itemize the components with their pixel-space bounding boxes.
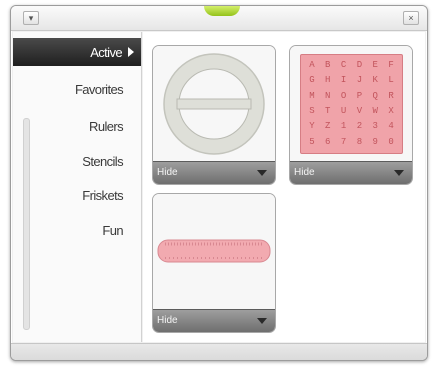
alphabet-grid: ABCDEF GHIJKL MNOPQR STUVWX YZ1234 567890: [300, 54, 403, 154]
stencil-thumbnail-alphabet[interactable]: ABCDEF GHIJKL MNOPQR STUVWX YZ1234 567890 Hid…: [289, 45, 413, 185]
stencil-letter: N: [325, 90, 331, 101]
stencil-letter: M: [309, 90, 315, 101]
stencil-letter: 4: [388, 121, 394, 132]
stencil-letter: L: [388, 75, 394, 86]
stencil-letter: 7: [340, 136, 347, 147]
chevron-right-icon: [128, 47, 134, 57]
stencil-letter: J: [356, 75, 363, 86]
sidebar-item-friskets[interactable]: Friskets: [82, 188, 123, 203]
stencil-letter: X: [388, 105, 394, 116]
stencil-thumbnail-ellipse[interactable]: Hide: [152, 45, 276, 185]
sidebar-scroll-rail[interactable]: [23, 118, 30, 330]
stencil-letter: H: [325, 75, 331, 86]
stencil-letter: E: [372, 60, 378, 70]
stencil-letter: 9: [372, 136, 378, 147]
sidebar-item-fun[interactable]: Fun: [102, 223, 123, 238]
stencil-letter: Y: [309, 121, 315, 132]
chevron-down-icon: [394, 170, 404, 176]
panel-menu-button[interactable]: ▾: [23, 11, 39, 25]
stencil-letter: O: [340, 90, 347, 101]
stencil-letter: T: [325, 105, 331, 116]
stencil-letter: 3: [372, 121, 378, 132]
visibility-label: Hide: [157, 167, 178, 178]
stencil-letter: 5: [309, 136, 315, 147]
alphabet-stencil-image: ABCDEF GHIJKL MNOPQR STUVWX YZ1234 567890: [290, 46, 412, 162]
stencil-panel: ▾ × Active Favorites Rulers Stencils Fri…: [10, 5, 428, 361]
stencil-letter: A: [309, 60, 315, 70]
visibility-dropdown[interactable]: Hide: [153, 309, 275, 332]
ruler-image: [153, 194, 275, 310]
stencil-letter: B: [325, 60, 331, 70]
stencil-letter: V: [356, 105, 363, 116]
stencil-letter: U: [340, 105, 347, 116]
visibility-label: Hide: [294, 167, 315, 178]
ellipse-stencil-image: [153, 46, 275, 162]
sidebar-item-label: Active: [90, 45, 122, 60]
stencil-letter: P: [356, 90, 363, 101]
stencil-letter: R: [388, 90, 394, 101]
stencil-letter: F: [388, 60, 394, 70]
stencil-letter: 1: [340, 121, 347, 132]
panel-titlebar: ▾ ×: [11, 6, 427, 31]
stencil-letter: 6: [325, 136, 331, 147]
chevron-down-icon: [257, 170, 267, 176]
sidebar-item-favorites[interactable]: Favorites: [75, 82, 124, 97]
panel-grip-handle[interactable]: [204, 6, 240, 16]
stencil-letter: 8: [356, 136, 363, 147]
stencil-letter: W: [372, 105, 378, 116]
stencil-letter: Z: [325, 121, 331, 132]
sidebar-item-stencils[interactable]: Stencils: [82, 154, 123, 169]
visibility-dropdown[interactable]: Hide: [290, 161, 412, 184]
stencil-letter: D: [356, 60, 363, 70]
stencil-letter: I: [340, 75, 347, 86]
stencil-letter: K: [372, 75, 378, 86]
sidebar-item-active[interactable]: Active: [13, 38, 141, 66]
stencil-grid: Hide ABCDEF GHIJKL MNOPQR STUVWX YZ1234 56789…: [143, 32, 425, 342]
stencil-letter: S: [309, 105, 315, 116]
close-icon[interactable]: ×: [403, 11, 419, 25]
panel-footer: [11, 343, 427, 360]
visibility-label: Hide: [157, 315, 178, 326]
stencil-letter: 0: [388, 136, 394, 147]
stencil-letter: 2: [356, 121, 363, 132]
chevron-down-icon: [257, 318, 267, 324]
sidebar-item-rulers[interactable]: Rulers: [89, 119, 124, 134]
stencil-letter: G: [309, 75, 315, 86]
stencil-thumbnail-ruler[interactable]: Hide: [152, 193, 276, 333]
stencil-letter: Q: [372, 90, 378, 101]
visibility-dropdown[interactable]: Hide: [153, 161, 275, 184]
category-sidebar: Active Favorites Rulers Stencils Frisket…: [13, 32, 142, 342]
stencil-letter: C: [340, 60, 347, 70]
